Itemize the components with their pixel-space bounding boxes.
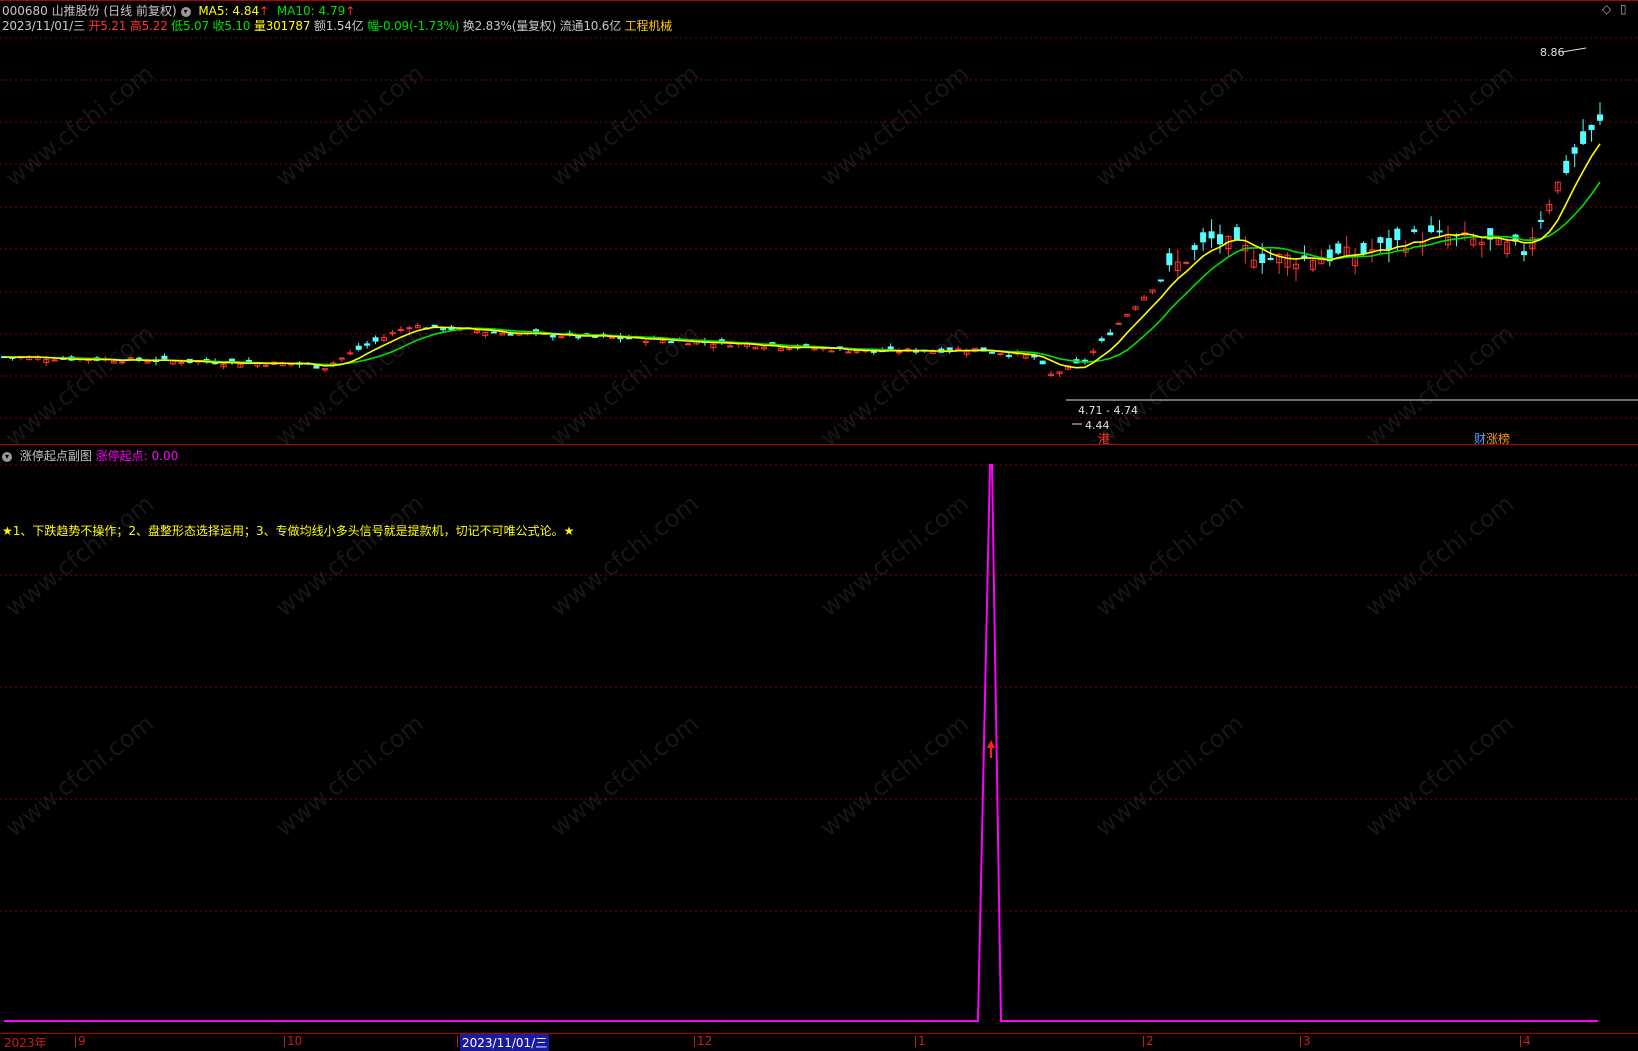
candle-body <box>989 351 995 354</box>
candle-body <box>1580 131 1587 144</box>
x-axis-tick <box>75 1036 76 1047</box>
candle-body <box>1005 354 1012 357</box>
candle-body <box>372 337 379 342</box>
x-axis-label: 2 <box>1146 1034 1154 1048</box>
max-marker-line <box>1561 47 1587 53</box>
candle-body <box>1183 261 1190 264</box>
x-axis-label: 10 <box>287 1034 303 1048</box>
candle-body <box>1436 230 1443 233</box>
candle-body <box>178 361 185 364</box>
candle-body <box>870 350 877 353</box>
candle-body <box>1200 232 1207 243</box>
candle-body <box>609 336 615 339</box>
x-axis-label: 2023/11/01/三 <box>460 1034 550 1051</box>
x-axis-label: 9 <box>78 1034 86 1048</box>
sub-panel-title: 涨停起点副图 <box>19 449 92 463</box>
candle-body <box>1428 225 1435 233</box>
strategy-note: ★1、下跌趋势不操作；2、盘整形态选择运用；3、专做均线小多头信号就是提款机，切… <box>2 524 575 538</box>
range-label: 4.71 - 4.74 <box>1078 404 1138 417</box>
candle-body <box>997 353 1004 356</box>
candle-body <box>262 364 269 367</box>
candle-body <box>1411 229 1418 232</box>
candle-body <box>1394 228 1401 241</box>
candle-body <box>1217 234 1223 245</box>
candle-body <box>1360 242 1367 255</box>
candle-body <box>1157 279 1164 282</box>
candle-body <box>51 359 58 362</box>
candle-body <box>1377 237 1384 243</box>
sub-panel-header: ▾ 涨停起点副图 涨停起点: 0.00 <box>2 447 178 464</box>
x-axis-tick <box>284 1036 285 1047</box>
x-axis-label: 4 <box>1523 1034 1531 1048</box>
candle-body <box>347 352 354 355</box>
candle-body <box>507 333 514 336</box>
indicator-value: 0.00 <box>151 449 179 463</box>
candle-body <box>1385 238 1392 250</box>
x-axis-tick <box>694 1036 695 1047</box>
x-axis-label: 1 <box>918 1034 926 1048</box>
candle-body <box>1571 147 1578 154</box>
x-axis-tick <box>1143 1036 1144 1047</box>
candle-body <box>642 340 649 343</box>
indicator-line <box>4 464 1598 1022</box>
candle-body <box>1098 338 1105 341</box>
candle-body <box>845 351 852 354</box>
candle-body <box>440 328 447 331</box>
sub-settings-circle-icon[interactable]: ▾ <box>2 451 12 462</box>
candle-body <box>1039 360 1046 365</box>
candle-body <box>1191 245 1198 250</box>
x-axis-tick <box>1300 1036 1301 1047</box>
x-axis-label: 2023年 <box>4 1036 47 1050</box>
candle-body <box>828 350 835 353</box>
x-axis-label: 3 <box>1303 1034 1311 1048</box>
candle-body <box>1597 114 1603 121</box>
candle-body <box>431 324 438 327</box>
candle-body <box>1166 253 1173 266</box>
candle-body <box>1521 251 1527 256</box>
max-price-label: 8.86 <box>1540 46 1565 59</box>
candle-body <box>1588 124 1595 131</box>
candle-body <box>1208 231 1215 239</box>
candle-body <box>1563 160 1570 173</box>
candle-body <box>1115 322 1122 325</box>
candle-body <box>887 346 894 350</box>
indicator-label: 涨停起点: <box>95 449 152 463</box>
candle-body <box>313 365 320 369</box>
candle-body <box>575 336 582 339</box>
signal-arrow-head <box>987 740 995 748</box>
candle-body <box>490 331 497 334</box>
ma10-line <box>3 181 1601 366</box>
candle-body <box>1233 227 1240 240</box>
candle-body <box>1267 257 1274 260</box>
candle-body <box>1537 219 1544 222</box>
candle-body <box>1107 332 1114 336</box>
x-axis-label: 12 <box>697 1034 713 1048</box>
candle-body <box>896 351 903 354</box>
candle-body <box>161 355 168 360</box>
candle-body <box>364 343 371 346</box>
candle-body <box>1259 253 1266 264</box>
candle-body <box>1301 255 1308 258</box>
x-axis-tick <box>1520 1036 1521 1047</box>
candle-body <box>558 336 565 339</box>
candle-body <box>549 334 556 338</box>
candle-body <box>355 345 362 350</box>
x-axis-tick <box>457 1036 458 1047</box>
x-axis-tick <box>915 1036 916 1047</box>
candle-body <box>1335 243 1342 254</box>
candle-body <box>338 357 345 360</box>
